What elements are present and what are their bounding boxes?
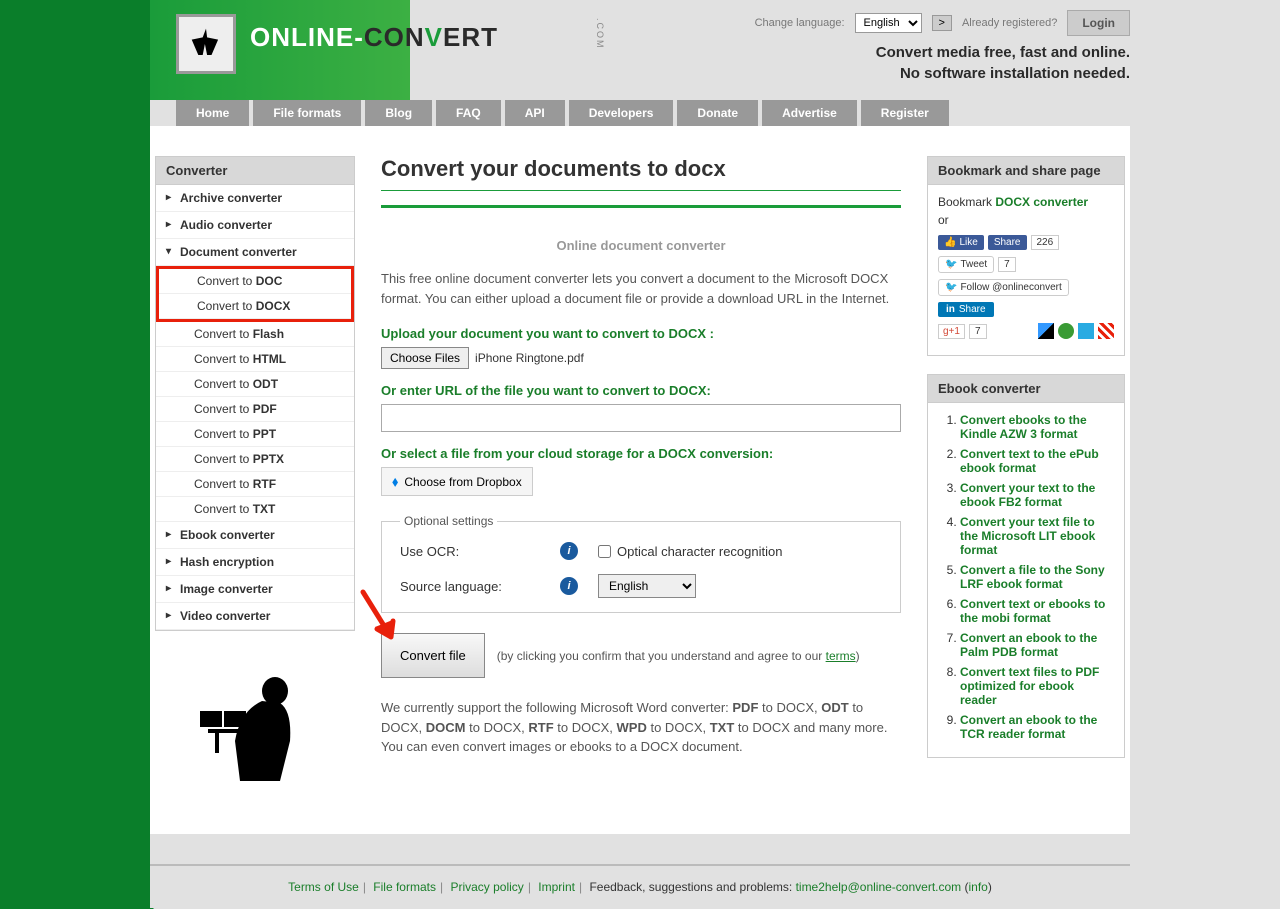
sidebar-sub-convert-to-odt[interactable]: Convert to ODT — [156, 372, 354, 397]
footer-formats-link[interactable]: File formats — [373, 880, 436, 894]
ebook-link-3[interactable]: Convert your text to the ebook FB2 forma… — [960, 481, 1095, 509]
top-right-bar: Change language: English > Already regis… — [755, 10, 1130, 36]
ebook-link-2[interactable]: Convert text to the ePub ebook format — [960, 447, 1099, 475]
sidebar-sub-convert-to-html[interactable]: Convert to HTML — [156, 347, 354, 372]
nav-blog[interactable]: Blog — [365, 100, 432, 126]
ocr-label: Use OCR: — [400, 544, 560, 559]
nav-file-formats[interactable]: File formats — [253, 100, 361, 126]
chosen-file-name: iPhone Ringtone.pdf — [475, 351, 584, 365]
ebook-link-9[interactable]: Convert an ebook to the TCR reader forma… — [960, 713, 1097, 741]
sidebar: Converter Archive converterAudio convert… — [155, 156, 355, 804]
sidebar-item-document-converter[interactable]: Document converter — [156, 239, 354, 266]
right-column: Bookmark and share page Bookmark DOCX co… — [927, 156, 1125, 804]
info-icon[interactable]: i — [560, 577, 578, 595]
support-text: We currently support the following Micro… — [381, 698, 901, 757]
nav-donate[interactable]: Donate — [677, 100, 758, 126]
bookmark-link[interactable]: DOCX converter — [995, 195, 1088, 209]
login-button[interactable]: Login — [1067, 10, 1130, 36]
sidebar-sub-convert-to-flash[interactable]: Convert to Flash — [156, 322, 354, 347]
url-label: Or enter URL of the file you want to con… — [381, 383, 901, 398]
bookmark-box-title: Bookmark and share page — [928, 157, 1124, 185]
convert-note: (by clicking you confirm that you unders… — [497, 647, 860, 665]
nav-api[interactable]: API — [505, 100, 565, 126]
footer-email-link[interactable]: time2help@online-convert.com — [796, 880, 962, 894]
footer-imprint-link[interactable]: Imprint — [538, 880, 575, 894]
nav-home[interactable]: Home — [176, 100, 249, 126]
nav-faq[interactable]: FAQ — [436, 100, 501, 126]
tagline: Convert media free, fast and online. No … — [876, 42, 1130, 84]
ocr-checkbox[interactable] — [598, 545, 611, 558]
ebook-link-8[interactable]: Convert text files to PDF optimized for … — [960, 665, 1099, 707]
optional-settings-legend: Optional settings — [400, 514, 497, 528]
ocr-check-label: Optical character recognition — [617, 544, 782, 559]
footer-terms-link[interactable]: Terms of Use — [288, 880, 359, 894]
ebook-link-7[interactable]: Convert an ebook to the Palm PDB format — [960, 631, 1097, 659]
tweet-button[interactable]: 🐦Tweet — [938, 256, 994, 273]
stumbleupon-icon[interactable] — [1058, 323, 1074, 339]
sidebar-item-archive-converter[interactable]: Archive converter — [156, 185, 354, 212]
gplus-count: 7 — [969, 324, 987, 339]
nav-developers[interactable]: Developers — [569, 100, 674, 126]
sidebar-sub-convert-to-pdf[interactable]: Convert to PDF — [156, 397, 354, 422]
share-icon[interactable] — [1078, 323, 1094, 339]
sidebar-illustration — [155, 651, 355, 804]
sidebar-sub-convert-to-rtf[interactable]: Convert to RTF — [156, 472, 354, 497]
language-select[interactable]: English — [855, 13, 922, 33]
tweet-count: 7 — [998, 257, 1016, 272]
linkedin-share-button[interactable]: in Share — [938, 302, 994, 317]
sidebar-title: Converter — [156, 157, 354, 185]
ebook-link-5[interactable]: Convert a file to the Sony LRF ebook for… — [960, 563, 1105, 591]
header: ONLINE-CONVERT .COM Change language: Eng… — [150, 0, 1130, 100]
source-language-label: Source language: — [400, 579, 560, 594]
ebook-link-4[interactable]: Convert your text file to the Microsoft … — [960, 515, 1095, 557]
terms-link[interactable]: terms — [826, 649, 856, 663]
change-language-label: Change language: — [755, 17, 845, 29]
dropbox-button[interactable]: ⬧ Choose from Dropbox — [381, 467, 533, 496]
footer-info-link[interactable]: info — [969, 880, 988, 894]
gplus-button[interactable]: g+1 — [938, 324, 965, 339]
main-nav: HomeFile formatsBlogFAQAPIDevelopersDona… — [150, 100, 1130, 126]
url-input[interactable] — [381, 404, 901, 432]
dropbox-icon: ⬧ — [392, 473, 398, 490]
sidebar-sub-convert-to-doc[interactable]: Convert to DOC — [159, 269, 351, 294]
nav-register[interactable]: Register — [861, 100, 949, 126]
logo-icon[interactable] — [176, 14, 236, 74]
ebook-link-6[interactable]: Convert text or ebooks to the mobi forma… — [960, 597, 1105, 625]
sidebar-item-hash-encryption[interactable]: Hash encryption — [156, 549, 354, 576]
main-content: Convert your documents to docx Online do… — [355, 156, 927, 804]
language-go-button[interactable]: > — [932, 15, 952, 31]
info-icon[interactable]: i — [560, 542, 578, 560]
ebook-link-1[interactable]: Convert ebooks to the Kindle AZW 3 forma… — [960, 413, 1087, 441]
delicious-icon[interactable] — [1038, 323, 1054, 339]
fb-count: 226 — [1031, 235, 1060, 250]
logo-com: .COM — [595, 18, 605, 50]
nav-advertise[interactable]: Advertise — [762, 100, 857, 126]
sidebar-sub-convert-to-ppt[interactable]: Convert to PPT — [156, 422, 354, 447]
already-registered-label: Already registered? — [962, 17, 1057, 29]
optional-settings-fieldset: Optional settings Use OCR: i Optical cha… — [381, 514, 901, 613]
page-title: Convert your documents to docx — [381, 156, 901, 182]
footer: Terms of Use| File formats| Privacy poli… — [150, 864, 1130, 908]
choose-files-button[interactable]: Choose Files — [381, 347, 469, 369]
upload-label: Upload your document you want to convert… — [381, 326, 901, 341]
sidebar-sub-convert-to-pptx[interactable]: Convert to PPTX — [156, 447, 354, 472]
sidebar-sub-convert-to-txt[interactable]: Convert to TXT — [156, 497, 354, 522]
sidebar-sub-convert-to-docx[interactable]: Convert to DOCX — [159, 294, 351, 319]
sidebar-item-audio-converter[interactable]: Audio converter — [156, 212, 354, 239]
page-subtitle: Online document converter — [381, 238, 901, 253]
ebook-box-title: Ebook converter — [928, 375, 1124, 403]
twitter-follow-button[interactable]: 🐦Follow @onlineconvert — [938, 279, 1069, 296]
social-icon[interactable] — [1098, 323, 1114, 339]
source-language-select[interactable]: English — [598, 574, 696, 598]
footer-privacy-link[interactable]: Privacy policy — [450, 880, 523, 894]
sidebar-item-image-converter[interactable]: Image converter — [156, 576, 354, 603]
annotation-arrow-icon — [353, 587, 403, 657]
fb-share-button[interactable]: Share — [988, 235, 1027, 250]
sidebar-item-video-converter[interactable]: Video converter — [156, 603, 354, 630]
cloud-label: Or select a file from your cloud storage… — [381, 446, 901, 461]
page-description: This free online document converter lets… — [381, 269, 901, 308]
sidebar-item-ebook-converter[interactable]: Ebook converter — [156, 522, 354, 549]
logo-text[interactable]: ONLINE-CONVERT — [250, 22, 498, 53]
fb-like-button[interactable]: 👍 Like — [938, 235, 984, 250]
